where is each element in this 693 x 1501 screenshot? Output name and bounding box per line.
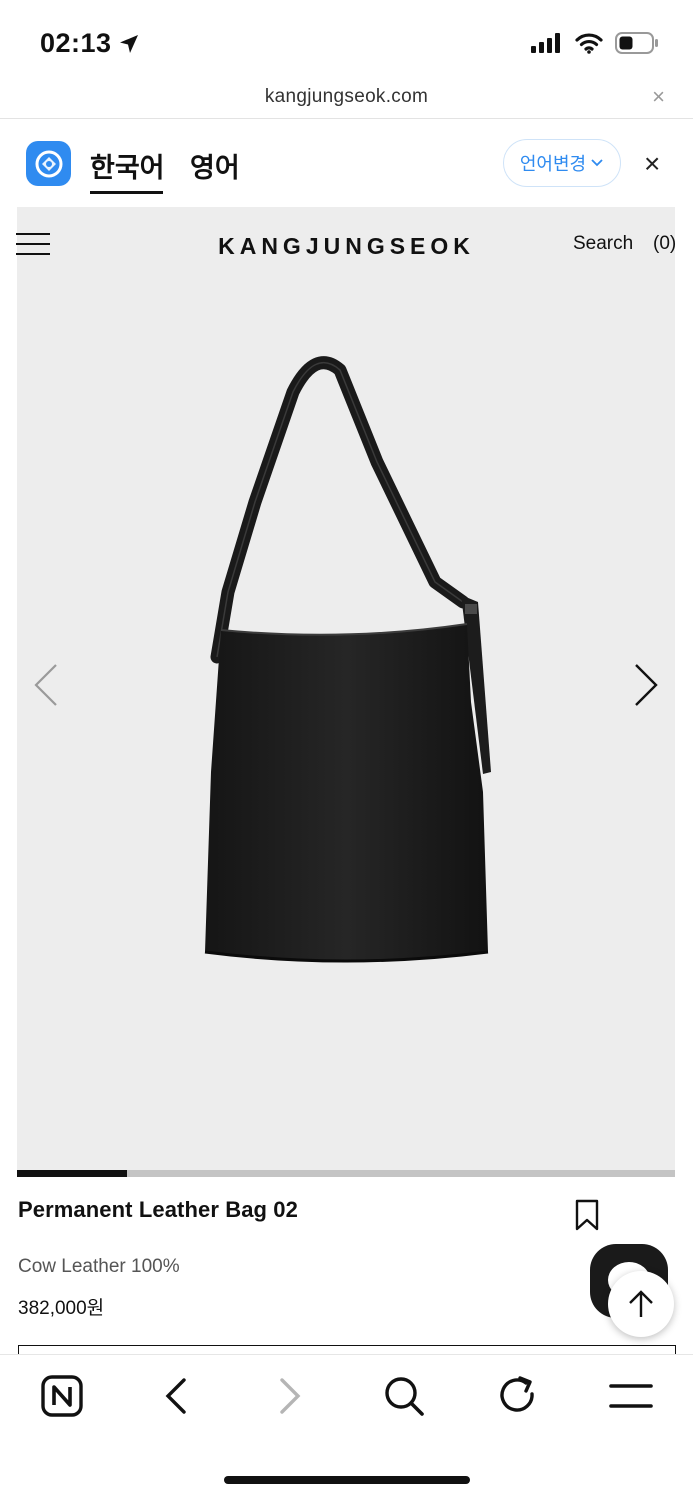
cart-link[interactable]: (0) — [653, 233, 676, 255]
status-time: 02:13 — [40, 28, 140, 59]
status-icons — [531, 32, 659, 54]
wifi-icon — [575, 33, 603, 54]
naver-home-icon[interactable] — [40, 1374, 84, 1418]
arrow-up-icon — [629, 1290, 653, 1317]
scroll-to-top-button[interactable] — [608, 1271, 674, 1337]
back-icon[interactable] — [160, 1374, 190, 1418]
product-title: Permanent Leather Bag 02 — [18, 1197, 298, 1222]
product-image[interactable] — [195, 352, 500, 972]
active-tab-underline — [90, 191, 163, 194]
search-icon[interactable] — [382, 1374, 426, 1418]
chevron-down-icon — [591, 159, 603, 167]
bookmark-icon[interactable] — [575, 1199, 599, 1231]
url-field[interactable]: kangjungseok.com — [0, 86, 693, 108]
forward-icon[interactable] — [276, 1374, 306, 1418]
location-arrow-icon — [119, 34, 138, 53]
tab-english[interactable]: 영어 — [190, 146, 240, 185]
divider — [0, 118, 693, 119]
prev-slide-arrow-icon[interactable] — [32, 662, 60, 708]
url-close-button[interactable]: × — [652, 86, 665, 108]
slide-progress-fill — [17, 1170, 127, 1177]
home-indicator — [224, 1476, 470, 1484]
refresh-icon[interactable] — [496, 1374, 540, 1418]
next-slide-arrow-icon[interactable] — [632, 662, 660, 708]
translator-logo-icon — [26, 141, 71, 186]
product-material: Cow Leather 100% — [18, 1256, 180, 1277]
change-language-label: 언어변경 — [519, 154, 587, 174]
tab-korean[interactable]: 한국어 — [90, 146, 165, 185]
change-language-button[interactable]: 언어변경 — [503, 139, 621, 187]
translator-close-button[interactable]: × — [644, 150, 660, 178]
menu-icon[interactable] — [608, 1374, 654, 1418]
cellular-signal-icon — [531, 33, 560, 53]
site-search-link[interactable]: Search — [573, 233, 633, 255]
product-price: 382,000원 — [18, 1298, 105, 1319]
battery-icon — [615, 32, 658, 54]
